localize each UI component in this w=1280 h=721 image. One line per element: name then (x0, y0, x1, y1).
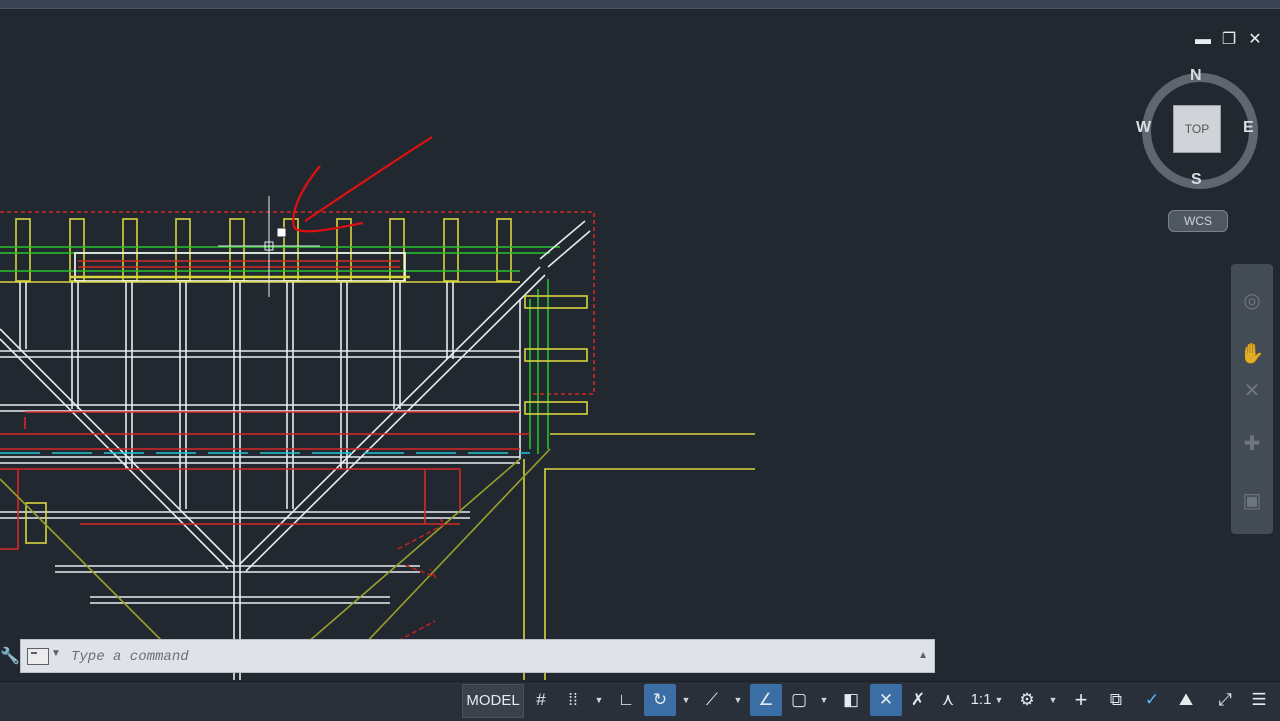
orbit-icon[interactable]: ✚ (1237, 429, 1267, 459)
compass-south[interactable]: S (1191, 171, 1202, 189)
compass-west[interactable]: W (1136, 119, 1151, 137)
restore-icon[interactable]: ❐ (1218, 29, 1240, 51)
transparency-icon[interactable]: ◧ (836, 684, 866, 716)
navigation-bar: ◎ ✋ ✕ ✚ ▣ (1231, 264, 1273, 534)
vertical-members (19, 282, 521, 680)
workspace-gear-icon[interactable]: ⚙ (1012, 684, 1042, 716)
auto-scale-icon[interactable]: ⋏ (934, 684, 962, 716)
customize-wrench-icon[interactable]: 🔧 (0, 646, 20, 665)
cad-drawing (0, 136, 755, 680)
command-history-icon[interactable] (27, 648, 49, 665)
command-expand-icon[interactable]: ▲ (918, 650, 928, 661)
compass-east[interactable]: E (1243, 119, 1254, 137)
right-members (25, 295, 755, 680)
red-lines (0, 411, 530, 550)
grip-square (276, 227, 287, 238)
isodraft-icon[interactable]: ⟋ (698, 684, 726, 716)
markup-annotation (292, 136, 433, 233)
command-input[interactable] (69, 646, 893, 668)
annotation-visibility-icon[interactable]: ✗ (904, 684, 932, 716)
red-detail (397, 518, 447, 642)
ortho-icon[interactable]: ∟ (612, 684, 640, 716)
zoom-icon[interactable]: ✕ (1237, 376, 1267, 406)
customization-menu-icon[interactable]: ☰ (1244, 684, 1274, 716)
close-icon[interactable]: ✕ (1244, 29, 1266, 51)
units-icon[interactable]: ⧉ (1100, 684, 1132, 716)
olive-lines (0, 448, 551, 650)
title-strip (0, 0, 1280, 9)
command-line: 🔧 ▼ ▲ (0, 638, 935, 673)
compass-north[interactable]: N (1190, 67, 1202, 85)
isodraft-dropdown[interactable]: ▼ (731, 684, 745, 716)
pan-hand-icon[interactable]: ✋ (1237, 339, 1267, 369)
command-box: ▼ ▲ (20, 639, 935, 673)
polar-tracking-icon[interactable]: ↻ (644, 684, 676, 716)
minimize-icon[interactable]: ▬ (1192, 29, 1214, 51)
annotation-monitor-icon[interactable]: + (1066, 684, 1096, 716)
polar-tracking-dropdown[interactable]: ▼ (679, 684, 693, 716)
grid-icon[interactable]: # (528, 684, 554, 716)
snap-mode-icon[interactable]: ⁞⁞ (560, 684, 586, 716)
object-snap-icon[interactable]: ▢ (784, 684, 814, 716)
workspace-dropdown[interactable]: ▼ (1046, 684, 1060, 716)
selection-cycling-icon[interactable]: ✕ (870, 684, 902, 716)
viewcube-top-face[interactable]: TOP (1173, 105, 1221, 153)
snap-mode-dropdown[interactable]: ▼ (592, 684, 606, 716)
object-snap-dropdown[interactable]: ▼ (817, 684, 831, 716)
wcs-menu[interactable]: WCS (1168, 210, 1228, 232)
hardware-acceleration-icon[interactable]: ⛰ (1170, 684, 1202, 716)
quick-properties-icon[interactable]: ✓ (1136, 684, 1168, 716)
command-dropdown-icon[interactable]: ▼ (51, 648, 61, 659)
viewcube[interactable]: N S E W TOP (1136, 67, 1258, 189)
clean-screen-icon[interactable]: ⤢ (1210, 684, 1240, 716)
model-space-canvas[interactable]: ▬ ❐ ✕ N S E W TOP WCS ◎ ✋ ✕ ✚ ▣ (0, 9, 1280, 680)
object-snap-tracking-icon[interactable]: ∠ (750, 684, 782, 716)
model-space-button[interactable]: MODEL (462, 684, 524, 718)
status-bar: MODEL # ⁞⁞ ▼ ∟ ↻ ▼ ⟋ ▼ ∠ ▢ ▼ ◧ ✕ ✗ ⋏ 1:1… (0, 681, 1280, 721)
red-boundary (0, 211, 595, 395)
showmotion-icon[interactable]: ▣ (1237, 486, 1267, 516)
annotation-scale-dropdown[interactable]: ▼ (992, 684, 1006, 716)
full-navigation-wheel-icon[interactable]: ◎ (1237, 286, 1267, 316)
